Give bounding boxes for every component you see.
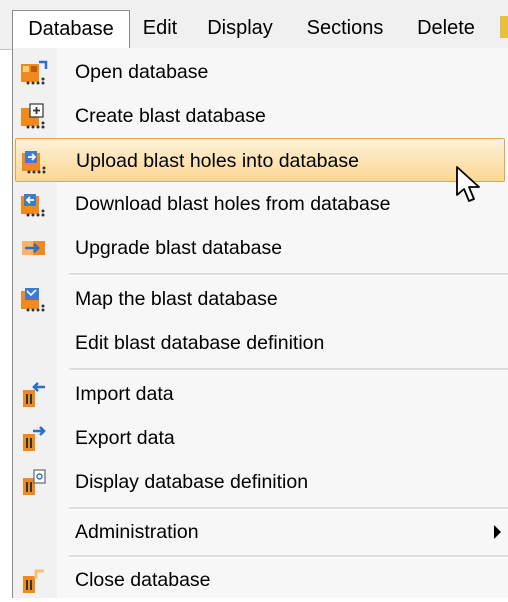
export-data-icon xyxy=(23,426,46,451)
download-holes-icon xyxy=(21,194,45,217)
import-data-icon xyxy=(23,382,45,407)
upload-holes-icon xyxy=(22,151,46,174)
menubar-overflow-indicator xyxy=(500,16,508,38)
menu-separator xyxy=(69,368,508,371)
menu-item-label: Display database definition xyxy=(75,471,309,493)
menu-bar: Database Edit Display Sections Delete xyxy=(0,0,508,50)
mouse-cursor-icon xyxy=(456,166,480,202)
create-database-icon xyxy=(21,103,45,129)
menu-item-edit-blast-database-definition[interactable]: Edit blast database definition xyxy=(13,321,507,365)
menu-item-label: Administration xyxy=(75,521,199,543)
menu-item-label: Upgrade blast database xyxy=(75,237,283,259)
close-database-icon xyxy=(23,569,44,593)
menu-item-label: Download blast holes from database xyxy=(75,193,391,215)
menu-item-map-blast-database[interactable]: Map the blast database xyxy=(13,277,507,321)
menu-item-label: Map the blast database xyxy=(75,288,278,310)
menu-item-label: Import data xyxy=(75,383,174,405)
menu-item-create-blast-database[interactable]: Create blast database xyxy=(13,94,507,138)
menu-item-display-database-definition[interactable]: Display database definition xyxy=(13,460,507,504)
display-definition-icon xyxy=(23,469,46,495)
submenu-arrow-icon xyxy=(494,525,501,539)
menu-database[interactable]: Database xyxy=(12,10,130,48)
menu-item-upgrade-blast-database[interactable]: Upgrade blast database xyxy=(13,226,507,270)
open-database-icon xyxy=(21,60,48,85)
menu-item-label: Export data xyxy=(75,427,175,449)
menu-item-open-database[interactable]: Open database xyxy=(13,50,507,94)
menu-item-label: Close database xyxy=(75,569,211,591)
menu-item-label: Upload blast holes into database xyxy=(76,150,359,172)
menu-item-administration[interactable]: Administration xyxy=(13,510,507,554)
menu-separator xyxy=(69,273,508,276)
menu-delete[interactable]: Delete xyxy=(406,10,486,48)
database-dropdown-menu: Open database Create blast database Uplo… xyxy=(12,48,508,598)
menu-edit[interactable]: Edit xyxy=(132,10,188,48)
menu-item-label: Edit blast database definition xyxy=(75,332,325,354)
menu-sections[interactable]: Sections xyxy=(294,10,396,48)
menu-display[interactable]: Display xyxy=(194,10,286,48)
menu-item-upload-blast-holes[interactable]: Upload blast holes into database xyxy=(15,138,505,182)
menu-item-import-data[interactable]: Import data xyxy=(13,372,507,416)
map-database-icon xyxy=(21,288,45,312)
menu-item-export-data[interactable]: Export data xyxy=(13,416,507,460)
menu-item-close-database[interactable]: Close database xyxy=(13,558,507,602)
menu-item-label: Create blast database xyxy=(75,105,266,127)
menu-item-download-blast-holes[interactable]: Download blast holes from database xyxy=(13,182,507,226)
upgrade-database-icon xyxy=(22,241,45,255)
menu-item-label: Open database xyxy=(75,61,209,83)
